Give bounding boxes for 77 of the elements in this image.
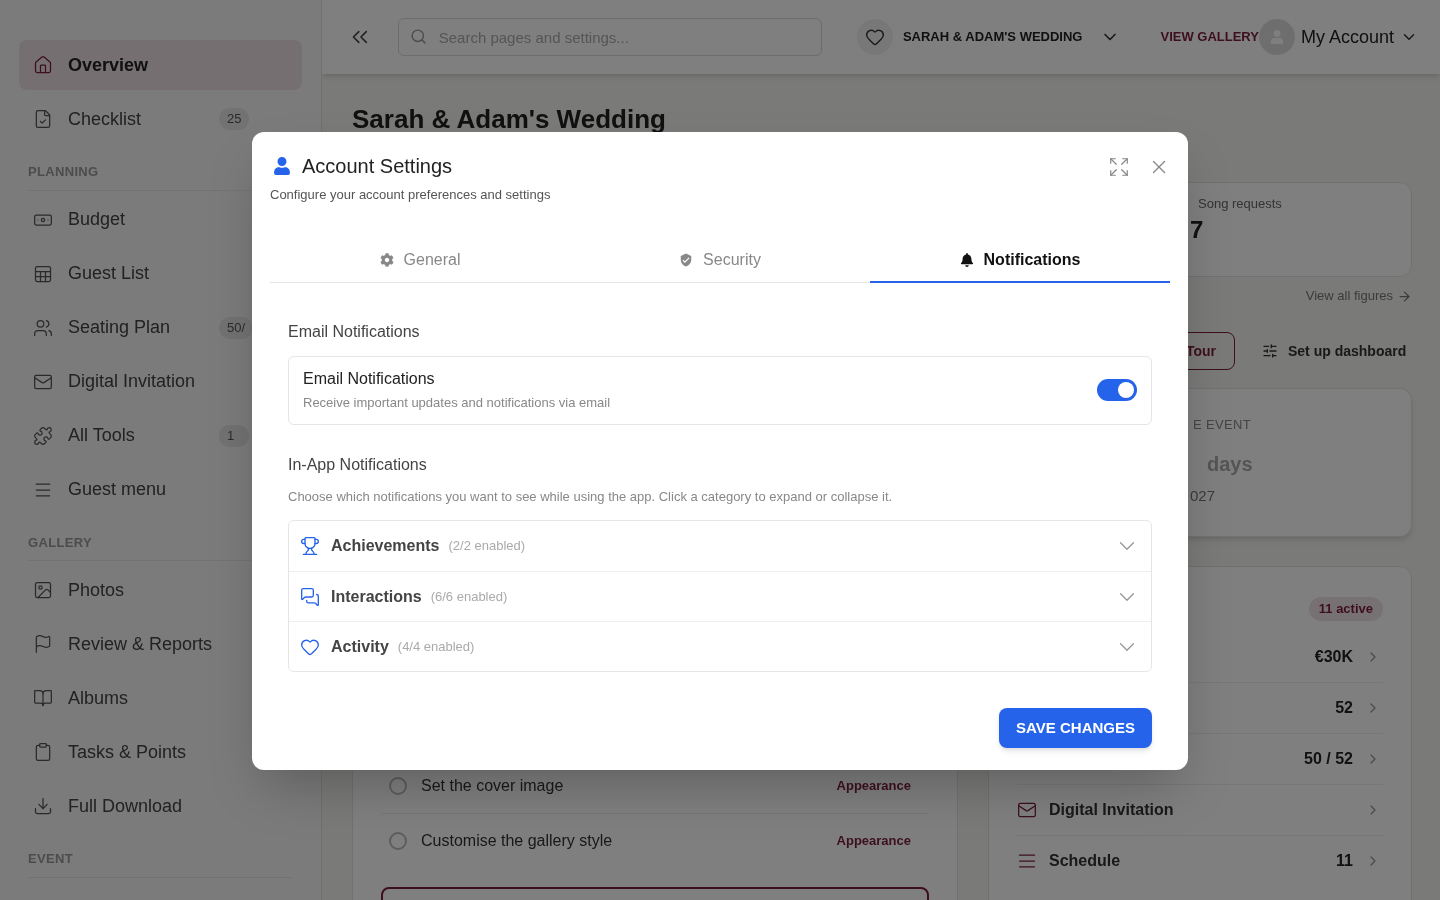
search-icon bbox=[409, 28, 427, 45]
dialog-title: Account Settings bbox=[302, 154, 453, 178]
download-icon bbox=[33, 796, 53, 816]
task-tag: Appearance bbox=[836, 831, 911, 851]
tool-value: 50 / 52 bbox=[1304, 749, 1353, 769]
category-count: (4/4 enabled) bbox=[397, 637, 475, 656]
sidebar-item[interactable]: Digital Invitation bbox=[19, 356, 302, 407]
tool-value: 11 bbox=[1336, 851, 1353, 871]
trophy-icon bbox=[300, 536, 320, 556]
user-icon bbox=[273, 157, 291, 175]
document-check-icon bbox=[33, 109, 53, 129]
arrow-right-icon bbox=[1397, 288, 1412, 304]
chevron-down-icon bbox=[1120, 592, 1134, 601]
people-icon bbox=[33, 317, 53, 338]
tool-label: Digital Invitation bbox=[1049, 800, 1174, 820]
bell-icon bbox=[959, 252, 974, 267]
table-icon bbox=[33, 263, 53, 284]
section-heading: In-App Notifications bbox=[288, 454, 428, 475]
countdown-date: 027 bbox=[1190, 485, 1216, 506]
gear-icon bbox=[379, 252, 394, 267]
section-heading: Email Notifications bbox=[288, 321, 421, 342]
category-name: Activity bbox=[331, 636, 389, 657]
book-icon bbox=[33, 688, 53, 708]
house-icon bbox=[33, 55, 53, 75]
setting-description: Receive important updates and notifications via email bbox=[303, 394, 611, 413]
heart-icon[interactable] bbox=[865, 27, 886, 47]
view-all-link[interactable]: View all figures bbox=[1305, 287, 1412, 305]
chat-bubbles-icon bbox=[300, 586, 320, 607]
tool-row[interactable]: Schedule 11 bbox=[1017, 835, 1383, 886]
tool-value: €30K bbox=[1314, 646, 1353, 667]
setup-dashboard-button[interactable]: Set up dashboard bbox=[1262, 340, 1407, 362]
image-icon bbox=[33, 580, 53, 600]
tool-row[interactable]: Digital Invitation bbox=[1017, 784, 1383, 835]
category-count: (2/2 enabled) bbox=[448, 537, 526, 556]
task-label: Set the cover image bbox=[421, 775, 564, 796]
checkbox[interactable] bbox=[389, 832, 407, 850]
settings-tab[interactable]: Notifications bbox=[870, 238, 1170, 283]
active-badge: 11 active bbox=[1308, 597, 1383, 621]
countdown-label: E EVENT bbox=[1193, 416, 1251, 434]
sidebar-item[interactable]: Tasks & Points bbox=[19, 727, 302, 777]
save-button[interactable]: SAVE CHANGES bbox=[999, 708, 1152, 748]
chevron-down-icon bbox=[1120, 542, 1134, 550]
category-row[interactable]: Interactions (6/6 enabled) bbox=[289, 571, 1151, 621]
view-gallery-link[interactable]: VIEW GALLERY bbox=[1160, 27, 1259, 47]
email-toggle[interactable] bbox=[1097, 379, 1137, 401]
count-badge: 1 bbox=[219, 424, 249, 447]
category-name: Achievements bbox=[331, 536, 440, 556]
section-description: Choose which notifications you want to see while using the app. Click a category to expand or collapse it. bbox=[288, 487, 894, 506]
checkbox[interactable] bbox=[389, 776, 407, 795]
sidebar-item[interactable]: Albums bbox=[19, 673, 302, 723]
count-badge: 25 bbox=[219, 108, 250, 130]
envelope-icon bbox=[1017, 800, 1037, 820]
task-label: Customise the gallery style bbox=[421, 831, 613, 851]
page-title: Sarah & Adam's Wedding bbox=[352, 103, 667, 135]
chevron-down-icon bbox=[1120, 642, 1134, 651]
count-badge: 50/ bbox=[219, 316, 254, 339]
puzzle-icon bbox=[33, 425, 53, 446]
sidebar-item[interactable]: Full Download bbox=[19, 781, 302, 831]
tool-value: 52 bbox=[1335, 698, 1353, 718]
tool-label: Schedule bbox=[1049, 851, 1121, 871]
task-tag: Appearance bbox=[836, 775, 911, 796]
event-selector[interactable]: SARAH & ADAM'S WEDDING bbox=[902, 27, 1121, 47]
category-row[interactable]: Activity (4/4 enabled) bbox=[289, 621, 1151, 671]
settings-tab[interactable]: Security bbox=[570, 238, 870, 283]
sliders-icon bbox=[1262, 343, 1278, 359]
category-count: (6/6 enabled) bbox=[430, 587, 508, 606]
category-name: Interactions bbox=[331, 586, 422, 607]
shield-icon bbox=[679, 252, 694, 267]
sidebar-item[interactable]: Overview bbox=[19, 40, 302, 90]
expand-icon[interactable] bbox=[1108, 156, 1130, 178]
sidebar-item[interactable]: Checklist 25 bbox=[19, 94, 302, 144]
stat-value: 7 bbox=[1190, 215, 1204, 245]
flag-icon bbox=[33, 634, 53, 654]
account-menu[interactable]: My Account bbox=[1258, 19, 1418, 55]
setting-title: Email Notifications bbox=[303, 369, 436, 390]
clipboard-icon bbox=[33, 742, 53, 762]
stat-label: Song requests bbox=[1198, 195, 1282, 213]
